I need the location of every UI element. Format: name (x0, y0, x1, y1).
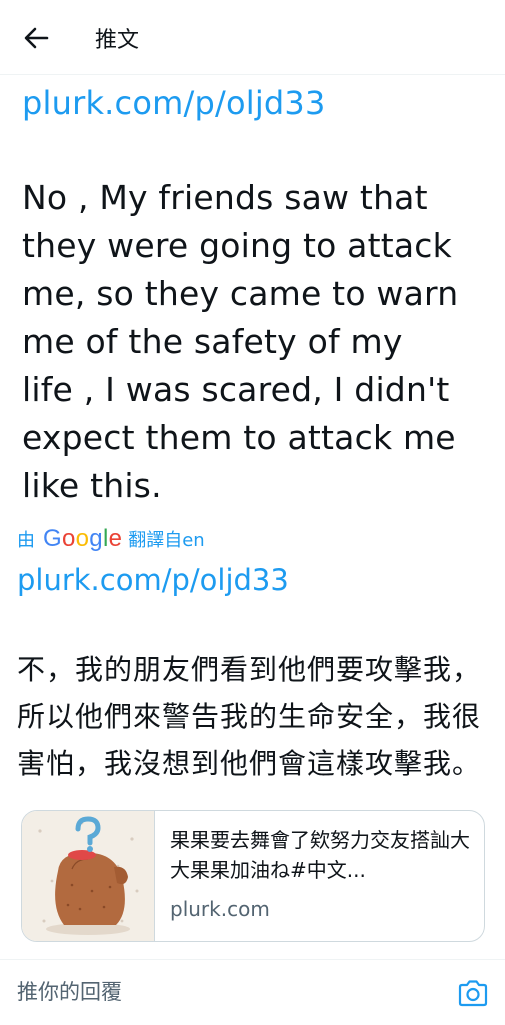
card-thumbnail (22, 811, 155, 941)
translated-link[interactable]: plurk.com/p/oljd33 (17, 563, 289, 597)
card-domain: plurk.com (170, 897, 270, 921)
card-title: 果果要去舞會了欸努力交友搭訕大大果果加油ね#中文... (170, 828, 470, 882)
translated-by-google[interactable]: 由 Google 翻譯自en (17, 524, 205, 554)
reply-bar: 推你的回覆 (0, 959, 505, 1025)
translated-by-label: 由 (17, 530, 35, 551)
tweet-link[interactable]: plurk.com/p/oljd33 (22, 84, 326, 122)
back-arrow-icon[interactable] (22, 24, 50, 52)
page-title: 推文 (95, 28, 140, 53)
translated-text: 不，我的朋友們看到他們要攻擊我，所以他們來警告我的生命安全，我很害怕，我沒想到他… (17, 653, 482, 780)
top-app-bar: 推文 (0, 0, 505, 75)
translated-from-label: 翻譯自en (128, 530, 205, 551)
reply-input[interactable]: 推你的回覆 (17, 976, 122, 1006)
camera-icon[interactable] (457, 978, 489, 1008)
google-logo: Google (43, 525, 123, 552)
link-preview-card[interactable]: 果果要去舞會了欸努力交友搭訕大大果果加油ね#中文... plurk.com (21, 810, 485, 942)
tweet-text: No , My friends saw that they were going… (22, 178, 459, 505)
